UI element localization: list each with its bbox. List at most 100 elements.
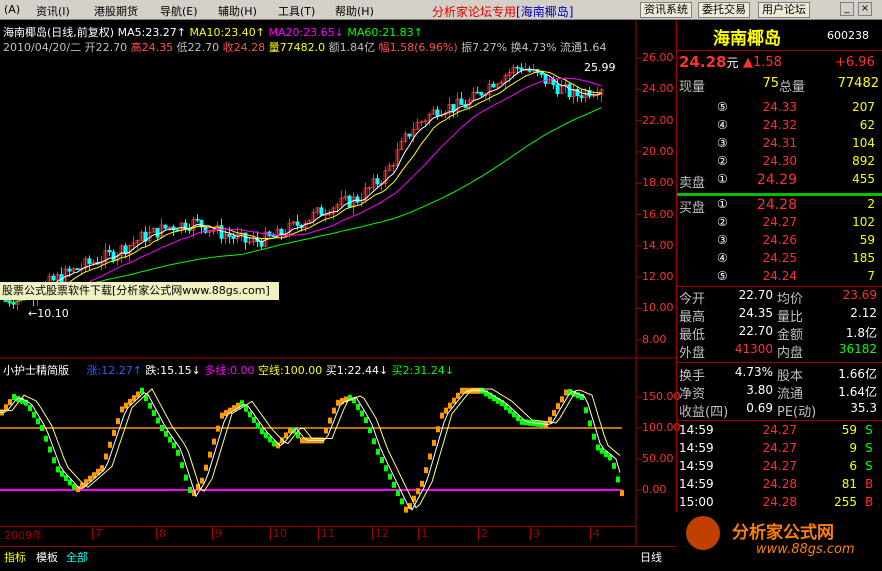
stat-label: 量比 bbox=[777, 310, 804, 325]
indicator-bar bbox=[152, 410, 156, 417]
tick-volume: 59 bbox=[841, 423, 857, 437]
date-tick-label: 2009年 bbox=[4, 529, 43, 542]
candle-body bbox=[515, 66, 520, 69]
total-volume: 77482 bbox=[837, 76, 879, 91]
indicator-bar bbox=[584, 407, 588, 414]
indicator-bar bbox=[428, 453, 432, 460]
date-tick-label: 12 bbox=[372, 527, 389, 540]
candle-body bbox=[459, 98, 464, 105]
indicator-bar bbox=[176, 449, 180, 456]
menu-item-tools[interactable]: 工具(T) bbox=[278, 3, 315, 19]
forum-button[interactable]: 用户论坛 bbox=[758, 2, 810, 18]
bar-high: 高24.35 bbox=[130, 41, 174, 54]
stat-label: 内盘 bbox=[777, 346, 804, 361]
buy-price: 24.24 bbox=[762, 269, 797, 283]
price-change: ▲1.58 bbox=[743, 55, 782, 70]
buy-price: 24.28 bbox=[756, 197, 797, 213]
minimize-button[interactable]: _ bbox=[840, 2, 854, 16]
quote-panel: 海南椰岛 600238 24.28元 ▲1.58 +6.96 现量 75 总量 … bbox=[676, 20, 882, 566]
buy-level: ② bbox=[717, 215, 728, 229]
now-volume: 75 bbox=[762, 76, 779, 91]
price-tick-label: 22.00 bbox=[642, 113, 674, 127]
candle-body bbox=[475, 91, 480, 94]
sell-level: ⑤ bbox=[717, 100, 728, 114]
indicator-bar bbox=[596, 444, 600, 451]
indicator-bar bbox=[120, 406, 124, 413]
ad-banner[interactable]: 股票公式股票软件下载[分析家公式网www.88gs.com] bbox=[0, 282, 279, 300]
menu-item-hk-futures[interactable]: 港股期货 bbox=[94, 3, 138, 19]
date-axis: 2009年 7 8 9 10 11 12 1 2 3 4 bbox=[0, 526, 636, 542]
date-tick-label: 10 bbox=[270, 527, 287, 540]
tab-templates[interactable]: 模板 bbox=[36, 549, 58, 565]
period-label[interactable]: 日线 bbox=[640, 549, 662, 565]
buy-level: ⑤ bbox=[717, 269, 728, 283]
chart-area[interactable]: 海南椰岛(日线,前复权) MA5:23.27↑ MA10:23.40↑ MA20… bbox=[0, 20, 681, 566]
stats-separator bbox=[677, 286, 882, 287]
indicator-bar bbox=[60, 470, 64, 477]
logo-icon bbox=[686, 516, 720, 550]
indicator-bar bbox=[156, 417, 160, 424]
bottom-bar: 指标 模板 全部 日线 bbox=[0, 546, 676, 566]
menu-item-help[interactable]: 帮助(H) bbox=[335, 3, 374, 19]
indicator-bar bbox=[560, 396, 564, 403]
menu-item-navigate[interactable]: 导航(E) bbox=[160, 3, 198, 19]
stock-name: 海南椰岛 bbox=[713, 29, 781, 49]
low-label: ←10.10 bbox=[28, 307, 69, 320]
stat-value: 24.35 bbox=[738, 306, 773, 320]
close-button[interactable]: × bbox=[858, 2, 872, 16]
sell-label: 卖盘 bbox=[679, 176, 706, 191]
news-system-button[interactable]: 资讯系统 bbox=[640, 2, 692, 18]
tick-price: 24.27 bbox=[762, 459, 797, 473]
chart-header-2: 2010/04/20/二 开22.70 高24.35 低22.70 收24.28… bbox=[3, 39, 607, 55]
ticks-separator bbox=[677, 420, 882, 421]
book-separator bbox=[677, 193, 882, 196]
sell-volume: 104 bbox=[852, 136, 875, 150]
price-tick-label: 26.00 bbox=[642, 51, 674, 64]
candle-body bbox=[87, 258, 92, 264]
candle-body bbox=[295, 221, 300, 226]
indicator-bar bbox=[56, 466, 60, 473]
fund-label: 净资 bbox=[679, 387, 706, 402]
last-price: 24.28 bbox=[679, 53, 727, 71]
price-tick-label: 10.00 bbox=[642, 301, 674, 315]
bar-open: 开22.70 bbox=[84, 41, 128, 54]
indicator-bar bbox=[200, 477, 204, 484]
stat-value: 2.12 bbox=[850, 306, 877, 320]
indicator-bar bbox=[244, 405, 248, 412]
trade-button[interactable]: 委托交易 bbox=[698, 2, 750, 18]
indicator-tick-label: 50.00 bbox=[642, 452, 674, 465]
candle-body bbox=[555, 84, 560, 94]
tick-side: B bbox=[865, 477, 874, 491]
chart-title: 海南椰岛(日线,前复权) bbox=[3, 26, 115, 39]
stat-label: 金额 bbox=[777, 328, 804, 343]
bar-volume: 量77482.0 bbox=[268, 41, 326, 54]
sell-price: 24.31 bbox=[762, 136, 797, 150]
indicator-bar bbox=[396, 490, 400, 497]
sell-volume: 207 bbox=[852, 100, 875, 114]
buy-price: 24.27 bbox=[762, 215, 797, 229]
menu-item-news[interactable]: 资讯(I) bbox=[36, 3, 70, 19]
fund-label: 股本 bbox=[777, 369, 804, 384]
menu-item-a[interactable]: (A) bbox=[4, 3, 20, 16]
tick-time: 14:59 bbox=[679, 477, 714, 491]
tab-all[interactable]: 全部 bbox=[66, 549, 88, 565]
buy-level: ① bbox=[717, 197, 728, 211]
indicator-bar bbox=[564, 389, 568, 396]
last-price-row: 24.28元 bbox=[679, 53, 738, 71]
menu-item-assist[interactable]: 辅助(H) bbox=[218, 3, 257, 19]
bar-low: 低22.70 bbox=[176, 41, 220, 54]
tab-indicators[interactable]: 指标 bbox=[4, 549, 26, 565]
indicator-bar bbox=[460, 387, 464, 394]
candle-body bbox=[75, 268, 80, 270]
indicator-name: 小护士精简版 bbox=[3, 364, 69, 377]
price-change-pct: +6.96 bbox=[835, 55, 875, 70]
indicator-bar bbox=[212, 438, 216, 445]
candle-body bbox=[231, 235, 236, 239]
buy-price: 24.26 bbox=[762, 233, 797, 247]
bar-date: 2010/04/20/二 bbox=[3, 41, 82, 54]
indicator-bar bbox=[300, 437, 304, 444]
price-tick-label: 16.00 bbox=[642, 207, 674, 221]
indicator-bar bbox=[160, 425, 164, 431]
stat-label: 最低 bbox=[679, 328, 706, 343]
stat-value: 1.8亿 bbox=[845, 326, 877, 340]
